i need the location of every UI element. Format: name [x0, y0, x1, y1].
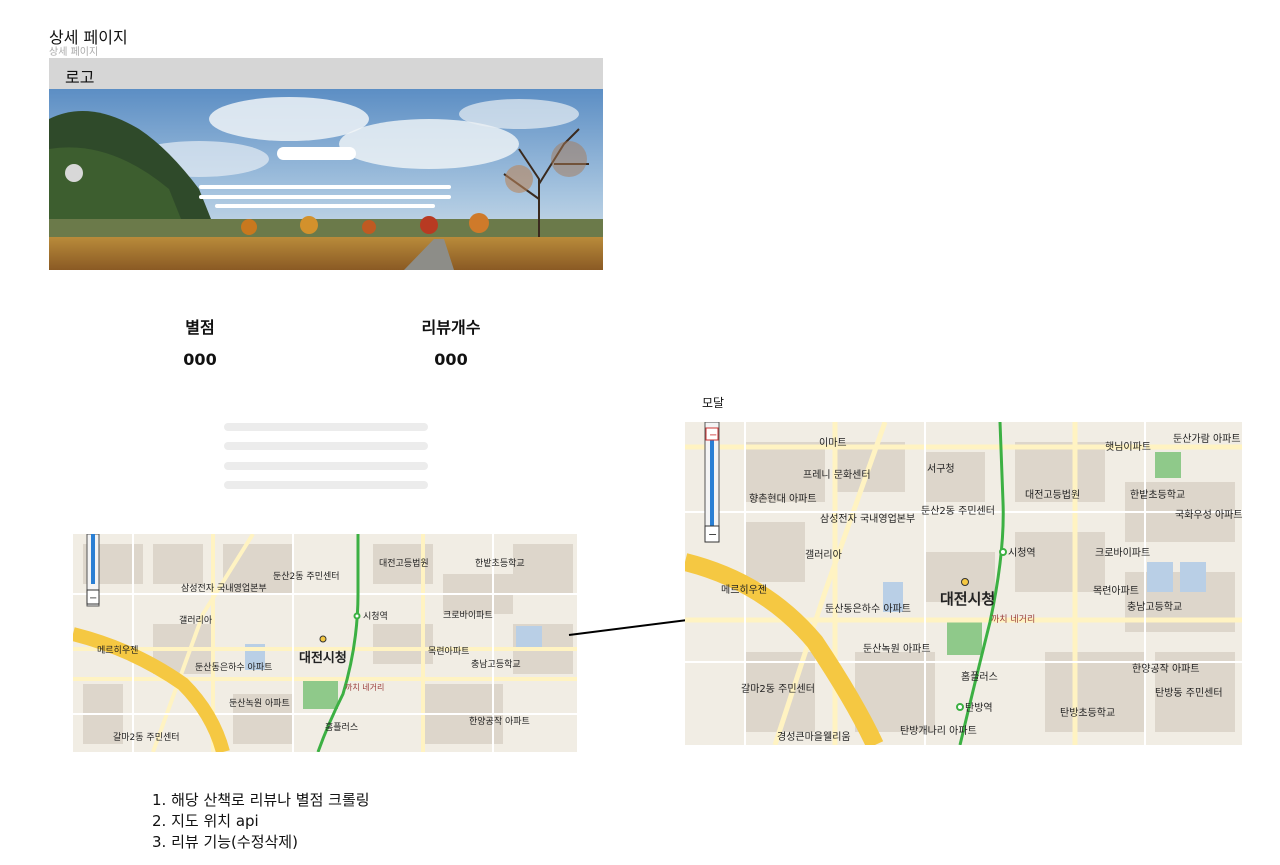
hero-title-placeholder — [277, 147, 356, 160]
requirement-item: 2. 지도 위치 api — [152, 812, 259, 830]
modal-map-label-apartment: 한양공작 아파트 — [1132, 663, 1200, 675]
modal-map-label-building: 삼성전자 국내영업본부 — [820, 512, 915, 525]
map-label-apartment: 둔산녹원 아파트 — [229, 698, 290, 709]
modal-map-label-office: 갈마2동 주민센터 — [741, 682, 815, 695]
modal-map-label-apartment: 둔산동은하수 아파트 — [825, 602, 911, 615]
review-count-stat: 리뷰개수 000 — [376, 314, 526, 369]
frame-subtitle: 상세 페이지 — [49, 47, 99, 58]
review-count-value: 000 — [434, 350, 468, 369]
modal-map-label-apartment: 경성큰마을웰리움 — [777, 730, 851, 743]
requirements-list: 1. 해당 산책로 리뷰나 별점 크롤링 2. 지도 위치 api 3. 리뷰 … — [152, 790, 370, 853]
modal-map-label-apartment: 둔산가람 아파트 — [1173, 432, 1241, 445]
map-label-intersection: 까치 네거리 — [345, 683, 384, 692]
modal-map-label-school: 한밭초등학교 — [1130, 489, 1185, 501]
modal-map-label-apartment: 목련아파트 — [1093, 585, 1139, 597]
map-label-office: 둔산2동 주민센터 — [273, 571, 340, 582]
hero-avatar — [65, 164, 83, 182]
modal-map-label-station: 탄방역 — [965, 702, 993, 714]
hero-text-placeholder — [215, 204, 435, 208]
map-label-apartment: 크로바이파트 — [443, 610, 493, 621]
requirement-item: 1. 해당 산책로 리뷰나 별점 크롤링 — [152, 791, 370, 809]
logo[interactable]: 로고 — [65, 64, 94, 88]
modal-map-label-office: 탄방동 주민센터 — [1155, 687, 1223, 699]
detail-page: 로고 별점 000 리뷰개수 000 − 대전시청 시청역 대전고등법원 한밭초… — [49, 58, 603, 761]
modal-map-label-apartment: 둔산녹원 아파트 — [863, 643, 931, 655]
modal-map-label-cityhall: 대전시청 — [940, 590, 995, 608]
requirement-item: 3. 리뷰 기능(수정삭제) — [152, 833, 298, 851]
modal-map-label-building: 프레니 문화센터 — [803, 469, 871, 481]
map-label-building: 갤러리아 — [179, 614, 213, 626]
modal-map-label-office: 둔산2동 주민센터 — [921, 505, 995, 517]
map-label-store: 홈플러스 — [325, 721, 358, 733]
modal-map-label-apartment: 햇님이파트 — [1105, 441, 1151, 453]
svg-text:−: − — [708, 528, 717, 541]
svg-text:−: − — [89, 593, 97, 604]
map-label-school: 충남고등학교 — [471, 659, 521, 670]
modal-map-label-building: 메르히우젠 — [721, 584, 767, 596]
modal-map-label-station: 시청역 — [1008, 547, 1036, 559]
review-placeholder-line — [224, 481, 428, 489]
hero-text-placeholder — [199, 195, 451, 199]
map-label-building: 삼성전자 국내영업본부 — [181, 583, 267, 594]
modal-map[interactable]: − − 대전시청 시청역 탄방역 대전고등법원 한밭초등학교 크로바이파트 목련… — [685, 422, 1242, 745]
map-label-school: 한밭초등학교 — [475, 558, 525, 569]
map-label-station: 시청역 — [363, 611, 388, 622]
rating-label: 별점 — [185, 318, 215, 337]
map-label-court: 대전고등법원 — [379, 558, 429, 569]
map-label-apartment: 목련아파트 — [428, 646, 469, 657]
modal-map-label-store: 이마트 — [819, 437, 847, 449]
map-label-building: 메르히우젠 — [97, 645, 138, 656]
modal-map-label-school: 탄방초등학교 — [1060, 707, 1115, 719]
map-label-cityhall: 대전시청 — [299, 650, 347, 666]
modal-label: 모달 — [702, 396, 725, 410]
review-count-label: 리뷰개수 — [421, 318, 481, 337]
modal-map-label-court: 대전고등법원 — [1025, 489, 1080, 501]
map-label-apartment: 한양공작 아파트 — [469, 716, 530, 727]
map-label-apartment: 둔산동은하수 아파트 — [195, 662, 272, 673]
modal-map-label-intersection: 까치 네거리 — [991, 613, 1035, 625]
location-map[interactable]: − 대전시청 시청역 대전고등법원 한밭초등학교 크로바이파트 목련아파트 충남… — [73, 534, 577, 752]
modal-map-label-building: 갤러리아 — [805, 549, 842, 561]
hero-image — [49, 89, 603, 270]
modal-map-label-school: 충남고등학교 — [1127, 601, 1182, 613]
modal-map-label-store: 홈플러스 — [961, 670, 998, 683]
header-bar: 로고 — [49, 58, 603, 89]
modal-map-label-office: 서구청 — [927, 463, 955, 475]
modal-map-label-apartment: 크로바이파트 — [1095, 547, 1150, 559]
svg-text:−: − — [709, 430, 717, 441]
rating-stat: 별점 000 — [125, 314, 275, 369]
rating-value: 000 — [183, 350, 217, 369]
review-placeholder-line — [224, 423, 428, 431]
hero-text-placeholder — [199, 185, 451, 189]
modal-map-label-apartment: 탄방개나리 아파트 — [900, 725, 977, 737]
review-placeholder-line — [224, 462, 428, 470]
review-placeholder-line — [224, 442, 428, 450]
modal-map-label-apartment: 향촌현대 아파트 — [749, 493, 817, 505]
modal-map-label-apartment: 국화우성 아파트 — [1175, 509, 1242, 521]
map-label-office: 갈마2동 주민센터 — [113, 732, 180, 743]
